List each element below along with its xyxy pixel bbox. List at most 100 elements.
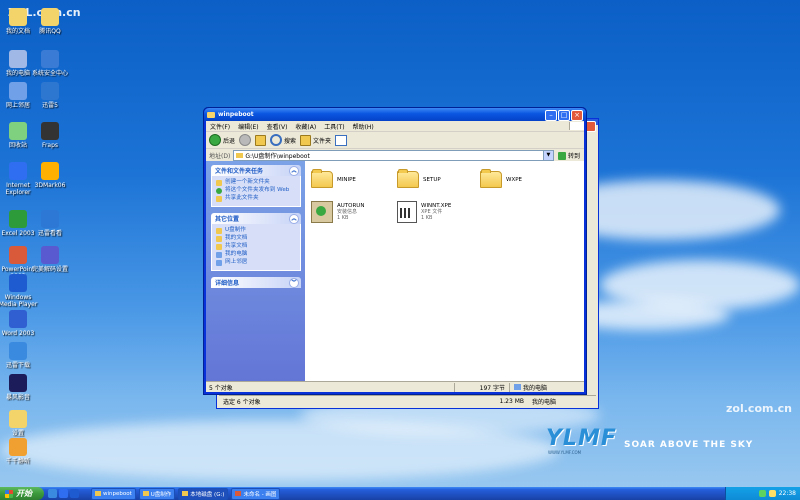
file-tasks-panel: 文件和文件夹任务 ︽ 创建一个新文件夹 将这个文件夹发布到 Web 共享此文件夹 — [211, 165, 301, 207]
place-item[interactable]: 共享文档 — [216, 243, 296, 250]
app-icon — [9, 274, 27, 292]
task-label: 共享此文件夹 — [225, 195, 259, 201]
place-item[interactable]: 我的电脑 — [216, 251, 296, 258]
web-publish-icon — [216, 188, 222, 194]
task-label: 创建一个新文件夹 — [225, 179, 270, 185]
file-icon — [397, 201, 417, 223]
task-label: winpeboot — [103, 490, 132, 497]
folder-icon — [95, 491, 101, 496]
minimize-button[interactable]: – — [545, 110, 557, 121]
desktop-icon-item[interactable]: 腾讯QQ — [28, 8, 72, 35]
file-item-folder[interactable]: SETUP — [397, 169, 441, 188]
address-input[interactable]: G:\U盘制作\winpeboot — [233, 150, 544, 161]
file-item-folder[interactable]: WXPE — [480, 169, 522, 188]
start-label: 开始 — [16, 489, 32, 498]
menu-edit[interactable]: 编辑(E) — [234, 122, 262, 131]
explorer-window[interactable]: winpeboot – □ × 文件(F) 编辑(E) 查看(V) 收藏(A) … — [203, 107, 587, 395]
search-button[interactable]: 搜索 — [270, 134, 296, 146]
file-list[interactable]: MINIPE SETUP WXPE AUTORUN 安装信息 1 KB WINN… — [305, 161, 584, 382]
app-icon — [9, 50, 27, 68]
panel-header[interactable]: 文件和文件夹任务 ︽ — [211, 165, 301, 176]
desktop-icon-item[interactable]: 千千静听 — [0, 438, 40, 465]
expand-icon[interactable]: ︾ — [289, 278, 299, 288]
taskbar-item[interactable]: U盘制作 — [138, 487, 176, 500]
file-name: MINIPE — [337, 176, 356, 183]
taskbar-item[interactable]: 未命名 - 画图 — [231, 487, 281, 500]
volume-icon[interactable] — [768, 490, 776, 497]
status-size: 197 字节 — [454, 382, 509, 392]
place-item[interactable]: U盘制作 — [216, 227, 296, 234]
desktop-icon-item[interactable]: 完美解码设置 — [28, 246, 72, 273]
desktop-icon[interactable] — [48, 489, 57, 498]
status-count: 5 个对象 — [209, 384, 233, 392]
address-value: G:\U盘制作\winpeboot — [245, 153, 310, 160]
up-button[interactable] — [255, 134, 267, 146]
ie-icon[interactable] — [59, 489, 68, 498]
app-icon — [9, 310, 27, 328]
app-icon — [9, 410, 27, 428]
menu-tools[interactable]: 工具(T) — [320, 122, 348, 131]
details-panel: 详细信息 ︾ — [211, 277, 301, 288]
menu-favorites[interactable]: 收藏(A) — [291, 122, 320, 131]
task-new-folder[interactable]: 创建一个新文件夹 — [216, 179, 296, 186]
app-icon — [41, 50, 59, 68]
file-item-folder[interactable]: MINIPE — [311, 169, 356, 188]
desktop-icon-item[interactable]: 3DMark06 — [28, 162, 72, 189]
task-pane: 文件和文件夹任务 ︽ 创建一个新文件夹 将这个文件夹发布到 Web 共享此文件夹 … — [206, 161, 305, 382]
task-share-folder[interactable]: 共享此文件夹 — [216, 195, 296, 202]
system-tray: 22:38 — [725, 487, 800, 500]
desktop-icon-item[interactable]: 设置 — [0, 410, 40, 437]
back-label: 后退 — [223, 137, 236, 145]
back-button[interactable]: 后退 — [209, 134, 235, 146]
toolbar: 后退 搜索 文件夹 — [206, 132, 584, 149]
desktop-icon-item[interactable]: 暴风影音 — [0, 374, 40, 401]
status-size: 1.23 MB — [499, 397, 524, 405]
desktop-icon-item[interactable]: 系统安全中心 — [28, 50, 72, 77]
panel-header[interactable]: 其它位置 ︽ — [211, 213, 301, 224]
windows-logo-icon — [569, 122, 584, 130]
media-player-icon[interactable] — [70, 489, 79, 498]
paint-icon — [235, 491, 242, 496]
menu-view[interactable]: 查看(V) — [263, 122, 292, 131]
desktop-icon-item[interactable]: 迅雷5 — [28, 82, 72, 109]
place-item[interactable]: 网上邻居 — [216, 259, 296, 266]
logo-brand: YLMF — [546, 426, 617, 451]
taskbar-item[interactable]: 本地磁盘 (G:) — [178, 487, 229, 500]
file-item-winnt[interactable]: WINNT.XPE XPE 文件 1 KB — [397, 201, 451, 223]
file-size: 1 KB — [421, 215, 433, 221]
forward-button[interactable] — [239, 134, 252, 146]
go-button[interactable]: 转到 — [557, 151, 580, 160]
desktop-icon-item[interactable]: Word 2003 — [0, 310, 40, 337]
start-button[interactable]: 开始 — [0, 487, 44, 500]
panel-title: 其它位置 — [215, 216, 240, 223]
app-icon — [9, 246, 27, 264]
desktop-icon-item[interactable]: 迅雷看看 — [28, 210, 72, 237]
network-icon — [216, 260, 222, 266]
desktop-icon-label: 千千静听 — [5, 458, 30, 465]
desktop-icon-item[interactable]: Windows Media Player — [0, 274, 40, 308]
desktop-icon-label: Word 2003 — [1, 330, 35, 337]
taskbar-item[interactable]: winpeboot — [91, 487, 136, 500]
status-selected: 选定 6 个对象 — [223, 398, 261, 406]
go-arrow-icon — [557, 151, 566, 160]
close-button[interactable]: × — [571, 110, 583, 121]
menu-help[interactable]: 帮助(H) — [349, 122, 378, 131]
network-icon[interactable] — [758, 490, 766, 497]
folders-button[interactable]: 文件夹 — [300, 134, 331, 146]
maximize-button[interactable]: □ — [558, 110, 570, 121]
panel-header[interactable]: 详细信息 ︾ — [211, 277, 301, 288]
app-icon — [9, 162, 27, 180]
file-item-autorun[interactable]: AUTORUN 安装信息 1 KB — [311, 201, 364, 223]
title-bar[interactable]: winpeboot – □ × — [204, 108, 586, 121]
address-dropdown-button[interactable]: ▼ — [542, 150, 554, 161]
collapse-icon[interactable]: ︽ — [289, 166, 299, 176]
views-button[interactable] — [335, 134, 348, 146]
task-publish-web[interactable]: 将这个文件夹发布到 Web — [216, 187, 296, 194]
menu-file[interactable]: 文件(F) — [206, 122, 234, 131]
clock[interactable]: 22:38 — [779, 490, 796, 497]
desktop-icon-item[interactable]: Fraps — [28, 122, 72, 149]
app-icon — [9, 210, 27, 228]
collapse-icon[interactable]: ︽ — [289, 214, 299, 224]
place-item[interactable]: 我的文档 — [216, 235, 296, 242]
desktop-icon-item[interactable]: 迅雷下载 — [0, 342, 40, 369]
